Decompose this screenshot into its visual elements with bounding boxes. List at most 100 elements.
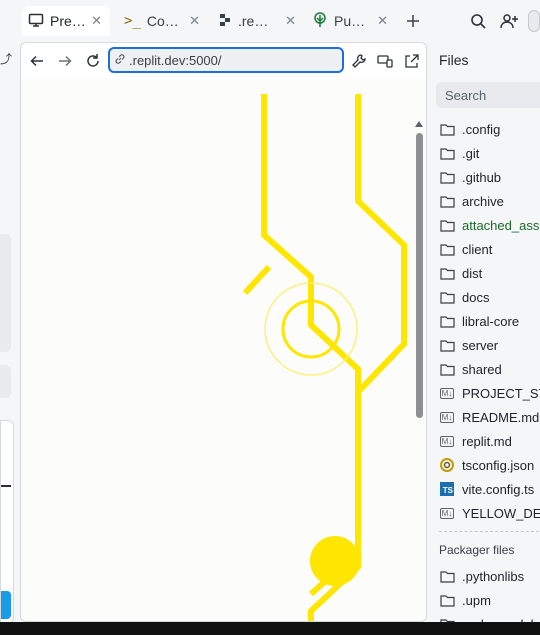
- file-item[interactable]: .pythonlibs: [439, 564, 524, 588]
- tab-preview[interactable]: Pre… ✕: [22, 6, 110, 36]
- vertical-scrollbar[interactable]: [414, 121, 424, 621]
- file-name: PROJECT_STI: [462, 385, 540, 401]
- file-item[interactable]: TS vite.config.ts: [439, 477, 534, 501]
- file-item[interactable]: .git: [439, 141, 479, 165]
- reload-icon[interactable]: [82, 50, 104, 72]
- file-item[interactable]: M↓ YELLOW_DES: [439, 501, 540, 525]
- app-canvas: [21, 79, 426, 621]
- files-title: Files: [439, 52, 469, 68]
- file-item[interactable]: archive: [439, 189, 504, 213]
- file-name: attached_ass: [462, 217, 540, 233]
- file-item[interactable]: shared: [439, 357, 502, 381]
- new-tab-button[interactable]: [402, 10, 424, 32]
- file-item[interactable]: .github: [439, 165, 501, 189]
- bottom-edge: [0, 622, 540, 635]
- circuit-trace: [355, 94, 407, 395]
- url-text: .replit.dev:5000/: [129, 52, 222, 68]
- tab-console[interactable]: >_ Co… ✕: [118, 6, 208, 36]
- folder-icon: [439, 592, 455, 608]
- circuit-trace: [242, 264, 272, 296]
- file-name: vite.config.ts: [462, 481, 535, 497]
- avatar[interactable]: [528, 10, 540, 32]
- file-name: docs: [462, 289, 490, 305]
- search-icon[interactable]: [467, 10, 489, 32]
- folder-icon: [439, 121, 455, 137]
- folder-icon: [439, 265, 455, 281]
- markdown-icon: M↓: [439, 387, 455, 399]
- file-name: .config: [462, 121, 501, 137]
- file-name: README.md: [462, 409, 540, 425]
- folder-icon: [439, 217, 455, 233]
- file-item[interactable]: M↓ replit.md: [439, 429, 512, 453]
- link-icon: [114, 53, 126, 68]
- folder-icon: [439, 241, 455, 257]
- file-item[interactable]: .config: [439, 117, 500, 141]
- file-item[interactable]: .upm: [439, 588, 491, 612]
- folder-icon: [439, 169, 455, 185]
- file-name: YELLOW_DES: [462, 505, 540, 521]
- tab-bar: Pre… ✕ >_ Co… ✕ .re… ✕ Pu… ✕: [0, 0, 540, 42]
- json-icon: [439, 457, 455, 473]
- file-name: dist: [462, 265, 483, 281]
- file-name: .pythonlibs: [462, 568, 525, 584]
- file-item[interactable]: tsconfig.json: [439, 453, 534, 477]
- file-item[interactable]: client: [439, 237, 492, 261]
- markdown-icon: M↓: [439, 435, 455, 447]
- file-name: shared: [462, 361, 502, 377]
- tree-icon: [312, 11, 328, 31]
- files-panel: Files Search .config .git .github archive at…: [431, 42, 540, 632]
- folder-icon: [439, 568, 455, 584]
- devtools-wrench-icon[interactable]: [348, 50, 370, 72]
- folder-icon: [439, 145, 455, 161]
- tab-label: Pre…: [50, 13, 86, 29]
- file-name: server: [462, 337, 499, 353]
- open-new-window-icon[interactable]: [400, 50, 422, 72]
- close-tab-icon[interactable]: ✕: [285, 13, 296, 29]
- forward-arrow-icon[interactable]: [54, 50, 76, 72]
- folder-icon: [439, 337, 455, 353]
- webview-pane: .replit.dev:5000/: [20, 42, 427, 622]
- left-pane-edge: ⤴: [0, 42, 16, 624]
- file-item[interactable]: docs: [439, 285, 489, 309]
- file-item[interactable]: server: [439, 333, 498, 357]
- folder-icon: [439, 313, 455, 329]
- file-item[interactable]: attached_ass: [439, 213, 539, 237]
- split-icon[interactable]: ⤴: [0, 50, 12, 67]
- file-name: libral-core: [462, 313, 520, 329]
- files-search-input[interactable]: Search: [436, 82, 540, 108]
- file-item[interactable]: libral-core: [439, 309, 519, 333]
- close-tab-icon[interactable]: ✕: [189, 13, 200, 29]
- scrollbar-thumb[interactable]: [416, 133, 423, 418]
- circuit-trace: [261, 94, 361, 549]
- file-name: client: [462, 241, 493, 257]
- tab-label: .re…: [238, 13, 269, 29]
- tab-label: Pu…: [334, 13, 366, 29]
- back-arrow-icon[interactable]: [26, 50, 48, 72]
- left-pane-panel: [0, 420, 14, 624]
- file-name: .github: [462, 169, 502, 185]
- send-button[interactable]: [1, 591, 11, 619]
- replit-icon: [218, 13, 232, 30]
- devices-icon[interactable]: [374, 50, 396, 72]
- url-bar[interactable]: .replit.dev:5000/: [108, 47, 344, 73]
- folder-icon: [439, 361, 455, 377]
- close-tab-icon[interactable]: ✕: [91, 13, 102, 29]
- left-pane-panel: [0, 365, 11, 398]
- tab-publishing[interactable]: Pu… ✕: [306, 6, 396, 36]
- circuit-node: [310, 536, 360, 586]
- webview-toolbar: .replit.dev:5000/: [21, 43, 426, 79]
- folder-icon: [439, 193, 455, 209]
- tab-replit-file[interactable]: .re… ✕: [212, 6, 304, 36]
- close-tab-icon[interactable]: ✕: [377, 13, 388, 29]
- file-item[interactable]: M↓ README.md: [439, 405, 539, 429]
- file-name: replit.md: [462, 433, 512, 449]
- terminal-icon: >_: [124, 13, 141, 29]
- circuit-graphic: [242, 94, 407, 621]
- file-item[interactable]: dist: [439, 261, 482, 285]
- invite-user-icon[interactable]: [498, 10, 520, 32]
- file-item[interactable]: M↓ PROJECT_STI: [439, 381, 540, 405]
- packager-files-heading: Packager files: [439, 543, 515, 557]
- left-pane-panel: [0, 234, 11, 352]
- markdown-icon: M↓: [439, 507, 455, 519]
- typescript-icon: TS: [439, 481, 455, 497]
